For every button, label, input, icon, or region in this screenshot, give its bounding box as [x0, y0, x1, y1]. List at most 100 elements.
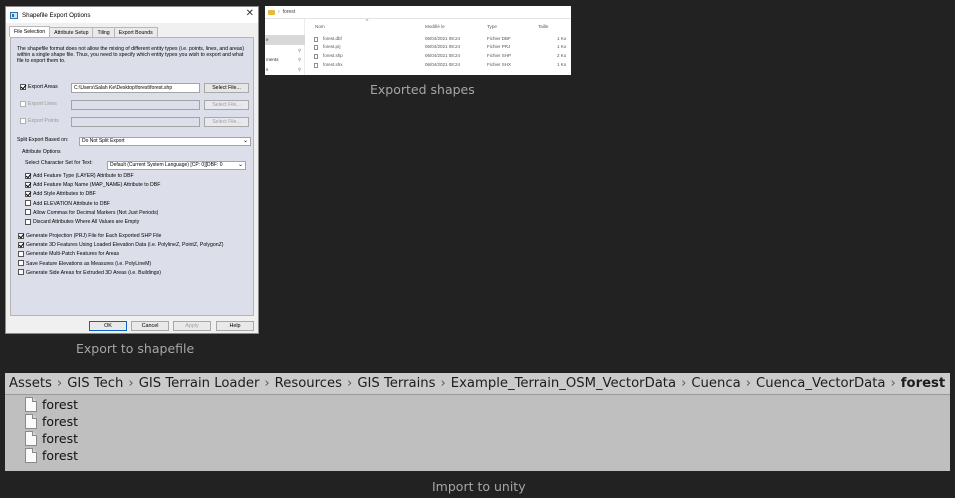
breadcrumb-cuenca-vectordata[interactable]: Cuenca_VectorData — [756, 376, 885, 391]
chevron-right-icon: › — [745, 376, 751, 391]
file-icon — [314, 63, 318, 68]
pin-icon: ⚲ — [298, 48, 302, 53]
caption-exported-shapes: Exported shapes — [370, 82, 475, 97]
help-button[interactable]: Help — [216, 321, 254, 331]
file-icon — [25, 448, 37, 463]
export-lines-path[interactable] — [71, 100, 200, 110]
option-add-elevation[interactable]: Add ELEVATION Attribute to DBF — [25, 200, 160, 209]
asset-item[interactable]: forest — [25, 430, 78, 447]
asset-item[interactable]: forest — [25, 413, 78, 430]
checkbox-icon — [25, 172, 31, 179]
explorer-nav-pane: e ⚲ ments ⚲ s ⚲ — [265, 19, 305, 75]
breadcrumb-assets[interactable]: Assets — [9, 376, 52, 391]
file-row[interactable]: forest.dbf 06/04/2021 08:24 Fichier DBF … — [314, 36, 571, 44]
dialog-footer: OK Cancel Apply Help — [6, 318, 258, 333]
file-name: forest.shx — [323, 62, 343, 67]
col-header-size[interactable]: Taille — [538, 24, 548, 29]
file-row[interactable]: forest.shx 06/04/2021 08:24 Fichier SHX … — [314, 62, 571, 70]
checkbox-icon — [18, 251, 24, 258]
nav-item[interactable]: s — [266, 67, 268, 72]
file-type: Fichier SHX — [487, 62, 512, 67]
charset-select[interactable]: Default (Current System Language) [CP: 0… — [107, 161, 246, 170]
option-label: Save Feature Elevations as Measures (i.e… — [26, 260, 152, 267]
chevron-right-icon: › — [681, 376, 687, 391]
cancel-button[interactable]: Cancel — [131, 321, 169, 331]
file-icon — [314, 37, 318, 42]
option-multi-patch[interactable]: Generate Multi-Patch Features for Areas — [18, 250, 224, 259]
checkbox-icon — [18, 260, 24, 267]
asset-name: forest — [42, 397, 79, 412]
option-add-map-name[interactable]: Add Feature Map Name (MAP_NAME) Attribut… — [25, 181, 160, 190]
option-label: Allow Commas for Decimal Markers (Not Ju… — [33, 209, 159, 216]
select-lines-file-button[interactable]: Select File... — [204, 100, 249, 110]
file-explorer: › forest e ⚲ ments ⚲ s ⚲ ^ Nom Modifié l… — [265, 6, 571, 75]
breadcrumb-example-terrain[interactable]: Example_Terrain_OSM_VectorData — [451, 376, 676, 391]
breadcrumb-cuenca[interactable]: Cuenca — [691, 376, 740, 391]
option-elevations-measures[interactable]: Save Feature Elevations as Measures (i.e… — [18, 260, 224, 269]
explorer-address-bar[interactable]: › forest — [265, 6, 571, 19]
export-points-checkbox[interactable]: Export Points — [20, 117, 59, 126]
breadcrumb-gis-terrains[interactable]: GIS Terrains — [357, 376, 435, 391]
breadcrumb-forest[interactable]: forest — [901, 376, 945, 391]
split-export-select[interactable]: Do Not Split Export ⌄ — [79, 137, 251, 146]
close-icon[interactable]: ✕ — [246, 8, 254, 19]
chevron-right-icon: › — [264, 376, 270, 391]
asset-name: forest — [42, 448, 79, 463]
col-header-type[interactable]: Type — [487, 24, 497, 29]
option-allow-commas[interactable]: Allow Commas for Decimal Markers (Not Ju… — [25, 209, 160, 218]
chevron-right-icon: › — [347, 376, 353, 391]
file-type: Fichier DBF — [487, 36, 511, 41]
apply-button[interactable]: Apply — [173, 321, 211, 331]
col-header-modified[interactable]: Modifié le — [425, 24, 445, 29]
split-export-label: Split Export Based on: — [17, 137, 69, 143]
chevron-right-icon: › — [278, 9, 280, 15]
export-areas-path[interactable]: C:\Users\Salah Ke\Desktop\forest\forest.… — [71, 83, 200, 93]
export-points-path[interactable] — [71, 117, 200, 127]
split-export-value: Do Not Split Export — [82, 138, 125, 144]
option-generate-3d[interactable]: Generate 3D Features Using Loaded Elevat… — [18, 241, 224, 250]
breadcrumb-gis-terrain-loader[interactable]: GIS Terrain Loader — [139, 376, 260, 391]
folder-icon — [268, 9, 275, 15]
export-areas-checkbox[interactable]: Export Areas — [20, 83, 58, 92]
file-row[interactable]: forest.shp 06/04/2021 08:24 Fichier SHP … — [314, 53, 571, 61]
attribute-options-list: Add Feature Type (LAYER) Attribute to DB… — [25, 172, 160, 227]
option-add-style[interactable]: Add Style Attributes to DBF — [25, 190, 160, 199]
export-lines-checkbox[interactable]: Export Lines — [20, 100, 57, 109]
file-size: 1 Ko — [557, 36, 567, 41]
tab-file-selection[interactable]: File Selection — [9, 26, 51, 37]
file-size: 2 Ko — [557, 53, 567, 58]
generation-options-list: Generate Projection (PRJ) File for Each … — [18, 232, 224, 278]
nav-item[interactable]: ments — [266, 57, 279, 62]
asset-item[interactable]: forest — [25, 396, 78, 413]
chevron-right-icon: › — [128, 376, 134, 391]
option-label: Generate Projection (PRJ) File for Each … — [26, 233, 162, 239]
file-date: 06/04/2021 08:24 — [425, 44, 461, 49]
option-label: Add Feature Map Name (MAP_NAME) Attribut… — [33, 182, 161, 189]
option-add-layer[interactable]: Add Feature Type (LAYER) Attribute to DB… — [25, 172, 160, 181]
breadcrumb-resources[interactable]: Resources — [275, 376, 342, 391]
col-header-name[interactable]: Nom — [315, 24, 325, 29]
select-areas-file-button[interactable]: Select File... — [204, 83, 249, 93]
asset-item[interactable]: forest — [25, 447, 78, 464]
asset-name: forest — [42, 431, 79, 446]
dialog-title: Shapefile Export Options — [22, 11, 91, 19]
checkbox-icon — [25, 191, 31, 198]
select-points-file-button[interactable]: Select File... — [204, 117, 249, 127]
charset-value: Default (Current System Language) [CP: 0… — [110, 162, 223, 168]
tab-export-bounds[interactable]: Export Bounds — [113, 27, 158, 37]
caption-import-to-unity: Import to unity — [432, 479, 526, 494]
tab-tiling[interactable]: Tiling — [92, 27, 115, 37]
dialog-titlebar[interactable]: Shapefile Export Options ✕ — [6, 7, 258, 23]
ok-button[interactable]: OK — [89, 321, 127, 331]
file-date: 06/04/2021 08:24 — [425, 36, 461, 41]
option-generate-prj[interactable]: Generate Projection (PRJ) File for Each … — [18, 232, 224, 241]
checkbox-icon — [20, 83, 26, 90]
option-discard-empty[interactable]: Discard Attributes Where All Values are … — [25, 218, 160, 227]
nav-item[interactable]: e — [266, 37, 269, 42]
breadcrumb-gis-tech[interactable]: GIS Tech — [67, 376, 123, 391]
option-side-areas[interactable]: Generate Side Areas for Extruded 3D Area… — [18, 269, 224, 278]
file-date: 06/04/2021 08:24 — [425, 62, 461, 67]
file-row[interactable]: forest.prj 06/04/2021 08:24 Fichier PRJ … — [314, 44, 571, 52]
option-label: Generate Multi-Patch Features for Areas — [26, 251, 120, 258]
tab-attribute-setup[interactable]: Attribute Setup — [49, 27, 94, 37]
